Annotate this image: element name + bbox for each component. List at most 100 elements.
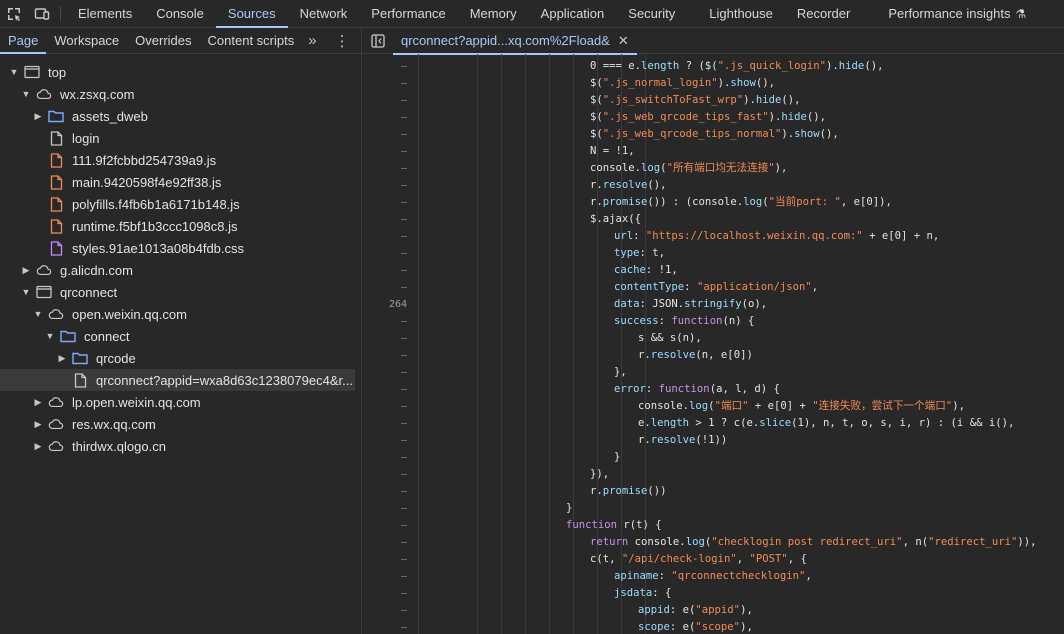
line-number[interactable]: 264 <box>363 296 407 313</box>
expand-arrow-down-icon[interactable]: ▼ <box>8 67 20 77</box>
line-dash[interactable]: – <box>363 534 407 551</box>
line-dash[interactable]: – <box>363 160 407 177</box>
expand-arrow-right-icon[interactable]: ▶ <box>32 397 44 408</box>
code-token: log <box>641 162 661 174</box>
tree-item[interactable]: styles.91ae1013a08b4fdb.css <box>0 237 361 259</box>
line-dash[interactable]: – <box>363 466 407 483</box>
tree-item[interactable]: ▼ wx.zsxq.com <box>0 83 361 105</box>
tree-item[interactable]: qrconnect?appid=wxa8d63c1238079ec4&r... <box>0 369 355 391</box>
line-dash[interactable]: – <box>363 245 407 262</box>
more-tabs-icon[interactable]: » <box>302 28 322 53</box>
tab-performance[interactable]: Performance <box>359 0 457 27</box>
tree-item[interactable]: polyfills.f4fb6b1a6171b148.js <box>0 193 361 215</box>
expand-arrow-right-icon[interactable]: ▶ <box>20 265 32 276</box>
expand-arrow-down-icon[interactable]: ▼ <box>32 309 44 319</box>
cloud-icon <box>48 306 64 322</box>
code-token: "appid" <box>695 604 741 616</box>
line-dash[interactable]: – <box>363 279 407 296</box>
expand-arrow-right-icon[interactable]: ▶ <box>32 419 44 430</box>
subtab-overrides[interactable]: Overrides <box>127 28 199 53</box>
line-dash[interactable]: – <box>363 228 407 245</box>
line-dash[interactable]: – <box>363 449 407 466</box>
tree-item[interactable]: ▶ assets_dweb <box>0 105 361 127</box>
tab-recorder[interactable]: Recorder <box>785 0 862 27</box>
line-dash[interactable]: – <box>363 585 407 602</box>
expand-arrow-right-icon[interactable]: ▶ <box>56 353 68 364</box>
tab-application[interactable]: Application <box>529 0 617 27</box>
code-line: data: JSON.stringify(o), <box>614 296 767 313</box>
line-dash[interactable]: – <box>363 619 407 634</box>
line-dash[interactable]: – <box>363 143 407 160</box>
line-gutter[interactable]: – – – – – – – – – – – – – –264– – – – – – – – – – – – – – – – – – – <box>363 54 419 634</box>
tree-item[interactable]: ▼ top <box>0 61 361 83</box>
line-dash[interactable]: – <box>363 262 407 279</box>
device-toolbar-icon[interactable] <box>28 0 56 27</box>
expand-arrow-right-icon[interactable]: ▶ <box>32 111 44 122</box>
line-dash[interactable]: – <box>363 364 407 381</box>
code-area[interactable]: – – – – – – – – – – – – – –264– – – – – – – – – – – – – – – – – – – 0 =… <box>363 54 1064 634</box>
line-dash[interactable]: – <box>363 602 407 619</box>
inspect-element-icon[interactable] <box>0 0 28 27</box>
tree-item[interactable]: ▶ g.alicdn.com <box>0 259 361 281</box>
tree-item[interactable]: ▶ lp.open.weixin.qq.com <box>0 391 361 413</box>
line-dash[interactable]: – <box>363 398 407 415</box>
code-line: r.resolve(n, e[0]) <box>638 347 753 364</box>
code-token: ). <box>826 60 839 72</box>
line-dash[interactable]: – <box>363 500 407 517</box>
expand-arrow-down-icon[interactable]: ▼ <box>20 287 32 297</box>
subtab-page[interactable]: Page <box>0 28 47 54</box>
line-dash[interactable]: – <box>363 483 407 500</box>
expand-arrow-down-icon[interactable]: ▼ <box>44 331 56 341</box>
code-token: error <box>614 383 646 395</box>
tab-network[interactable]: Network <box>288 0 360 27</box>
code-token: e. <box>638 417 651 429</box>
line-dash[interactable]: – <box>363 347 407 364</box>
line-dash[interactable]: – <box>363 313 407 330</box>
line-dash[interactable]: – <box>363 109 407 126</box>
file-tab[interactable]: qrconnect?appid...xq.com%2Fload& ✕ <box>393 28 637 55</box>
line-dash[interactable]: – <box>363 211 407 228</box>
tab-lighthouse[interactable]: Lighthouse <box>697 0 785 27</box>
tree-item[interactable]: login <box>0 127 361 149</box>
tab-performance-insights[interactable]: Performance insights ⚗ <box>876 0 1038 27</box>
tab-console[interactable]: Console <box>144 0 216 27</box>
expand-arrow-down-icon[interactable]: ▼ <box>20 89 32 99</box>
line-dash[interactable]: – <box>363 194 407 211</box>
line-dash[interactable]: – <box>363 75 407 92</box>
tab-security[interactable]: Security <box>616 0 687 27</box>
line-dash[interactable]: – <box>363 177 407 194</box>
line-dash[interactable]: – <box>363 381 407 398</box>
line-dash[interactable]: – <box>363 415 407 432</box>
code-line: e.length > 1 ? c(e.slice(1), n, t, o, s,… <box>638 415 1014 432</box>
file-tab-label: qrconnect?appid...xq.com%2Fload& <box>401 33 610 48</box>
tree-item[interactable]: ▶ thirdwx.qlogo.cn <box>0 435 361 457</box>
line-dash[interactable]: – <box>363 126 407 143</box>
code-token: cache <box>614 264 646 276</box>
code-token: c(t, <box>590 553 622 565</box>
more-options-icon[interactable]: ⋮ <box>325 28 360 53</box>
tab-elements[interactable]: Elements <box>66 0 144 27</box>
expand-arrow-right-icon[interactable]: ▶ <box>32 441 44 452</box>
tree-item[interactable]: ▼ connect <box>0 325 361 347</box>
tree-item[interactable]: ▶ qrcode <box>0 347 361 369</box>
line-dash[interactable]: – <box>363 330 407 347</box>
tree-item[interactable]: 111.9f2fcbbd254739a9.js <box>0 149 361 171</box>
subtab-content-scripts[interactable]: Content scripts <box>200 28 303 53</box>
line-dash[interactable]: – <box>363 551 407 568</box>
line-dash[interactable]: – <box>363 517 407 534</box>
tree-item[interactable]: runtime.f5bf1b3ccc1098c8.js <box>0 215 361 237</box>
tree-item[interactable]: main.9420598f4e92ff38.js <box>0 171 361 193</box>
close-tab-icon[interactable]: ✕ <box>618 33 629 49</box>
code-token: ()) : (console. <box>647 196 744 208</box>
line-dash[interactable]: – <box>363 92 407 109</box>
tab-memory[interactable]: Memory <box>458 0 529 27</box>
toggle-navigator-icon[interactable] <box>363 33 393 48</box>
line-dash[interactable]: – <box>363 568 407 585</box>
line-dash[interactable]: – <box>363 432 407 449</box>
subtab-workspace[interactable]: Workspace <box>46 28 127 53</box>
line-dash[interactable]: – <box>363 58 407 75</box>
tree-item[interactable]: ▶ res.wx.qq.com <box>0 413 361 435</box>
tree-item[interactable]: ▼ qrconnect <box>0 281 361 303</box>
tree-item[interactable]: ▼ open.weixin.qq.com <box>0 303 361 325</box>
tab-sources[interactable]: Sources <box>215 0 288 28</box>
